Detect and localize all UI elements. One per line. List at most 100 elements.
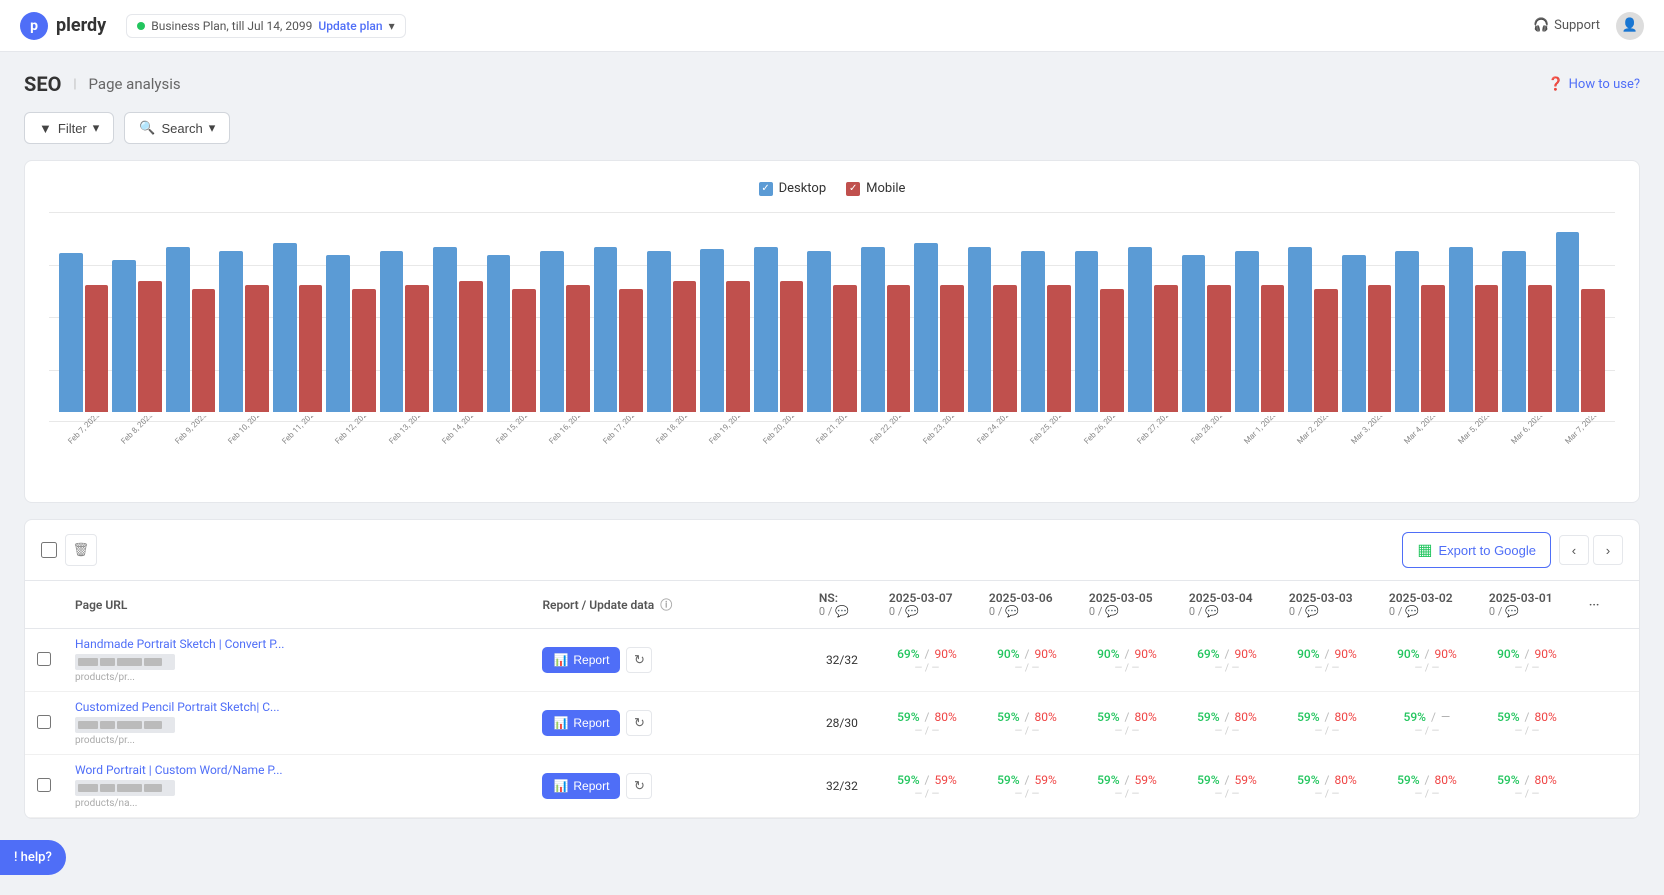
mobile-bar[interactable] [940, 285, 964, 412]
bar-group [219, 251, 268, 412]
prev-arrow-button[interactable]: ‹ [1559, 535, 1589, 565]
page-analysis-label: Page analysis [89, 75, 181, 93]
desktop-bar[interactable] [540, 251, 564, 412]
desktop-bar[interactable] [1288, 247, 1312, 412]
mobile-bar[interactable] [619, 289, 643, 412]
row-1-checkbox[interactable] [37, 715, 51, 729]
mobile-bar[interactable] [459, 281, 483, 412]
report-button[interactable]: 📊 Report [542, 773, 620, 799]
mobile-checkbox[interactable]: ✓ [846, 182, 860, 196]
desktop-bar[interactable] [1556, 232, 1580, 412]
mobile-bar[interactable] [85, 285, 109, 412]
desktop-bar[interactable] [968, 247, 992, 412]
desktop-bar[interactable] [1502, 251, 1526, 412]
desktop-bar[interactable] [1128, 247, 1152, 412]
mobile-bar[interactable] [245, 285, 269, 412]
mobile-bar[interactable] [138, 281, 162, 412]
score-s1: 69% [897, 647, 919, 661]
mobile-bar[interactable] [1421, 285, 1445, 412]
search-button[interactable]: 🔍 Search ▾ [124, 112, 230, 144]
desktop-bar[interactable] [219, 251, 243, 412]
mobile-bar[interactable] [1581, 289, 1605, 412]
select-all-checkbox[interactable] [41, 542, 57, 558]
mobile-bar[interactable] [352, 289, 376, 412]
mobile-bar[interactable] [833, 285, 857, 412]
desktop-bar[interactable] [754, 247, 778, 412]
mobile-bar[interactable] [887, 285, 911, 412]
desktop-bar[interactable] [914, 243, 938, 412]
desktop-bar[interactable] [380, 251, 404, 412]
refresh-button[interactable]: ↻ [626, 710, 652, 736]
export-label: Export to Google [1438, 543, 1536, 558]
score-s1: 59% [1404, 710, 1426, 724]
plan-text: Business Plan, till Jul 14, 2099 [151, 19, 312, 33]
mobile-bar[interactable] [1368, 285, 1392, 412]
page-url-link[interactable]: Handmade Portrait Sketch | Convert P... [75, 637, 315, 651]
desktop-bar[interactable] [1449, 247, 1473, 412]
bar-group [1235, 251, 1284, 412]
google-sheets-icon: ▦ [1417, 540, 1432, 560]
mobile-bar[interactable] [673, 281, 697, 412]
desktop-bar[interactable] [166, 247, 190, 412]
mobile-bar[interactable] [1207, 285, 1231, 412]
refresh-button[interactable]: ↻ [626, 647, 652, 673]
desktop-bar[interactable] [1075, 251, 1099, 412]
row-2-checkbox[interactable] [37, 778, 51, 792]
desktop-bar[interactable] [326, 255, 350, 412]
mobile-bar[interactable] [299, 285, 323, 412]
desktop-bar[interactable] [647, 251, 671, 412]
logo[interactable]: p plerdy [20, 12, 106, 40]
mobile-bar[interactable] [1314, 289, 1338, 412]
mobile-bar[interactable] [405, 285, 429, 412]
how-to-use-link[interactable]: ❓ How to use? [1547, 77, 1640, 92]
desktop-bar[interactable] [273, 243, 297, 412]
desktop-bar[interactable] [807, 251, 831, 412]
refresh-button[interactable]: ↻ [626, 773, 652, 799]
export-to-google-button[interactable]: ▦ Export to Google [1402, 532, 1551, 568]
desktop-checkbox[interactable]: ✓ [759, 182, 773, 196]
score-cell-5: 59% / 80%— / — [1377, 755, 1477, 818]
score-subline: — / — [1289, 789, 1365, 800]
support-button[interactable]: 🎧 Support [1533, 18, 1600, 33]
report-button[interactable]: 📊 Report [542, 710, 620, 736]
desktop-bar[interactable] [700, 249, 724, 412]
mobile-bar[interactable] [1475, 285, 1499, 412]
mobile-bar[interactable] [780, 281, 804, 412]
th-date-2: 2025-03-05 0 / 💬 [1077, 581, 1177, 629]
row-0-checkbox[interactable] [37, 652, 51, 666]
desktop-bar[interactable] [1395, 251, 1419, 412]
desktop-bar[interactable] [1235, 251, 1259, 412]
chart-section: ✓ Desktop ✓ Mobile Feb 7, 2025Feb 8, 202… [24, 160, 1640, 503]
report-button[interactable]: 📊 Report [542, 647, 620, 673]
desktop-bar[interactable] [487, 255, 511, 412]
th-report-label: Report / Update data [542, 598, 654, 612]
next-arrow-button[interactable]: › [1593, 535, 1623, 565]
desktop-bar[interactable] [1021, 251, 1045, 412]
plan-badge[interactable]: Business Plan, till Jul 14, 2099 Update … [126, 14, 405, 38]
mobile-bar[interactable] [993, 285, 1017, 412]
update-plan-link[interactable]: Update plan [318, 19, 382, 33]
mobile-bar[interactable] [1047, 285, 1071, 412]
desktop-bar[interactable] [1182, 255, 1206, 412]
page-url-link[interactable]: Customized Pencil Portrait Sketch| C... [75, 700, 315, 714]
desktop-bar[interactable] [112, 260, 136, 412]
mobile-bar[interactable] [1154, 285, 1178, 412]
mobile-bar[interactable] [1100, 289, 1124, 412]
mobile-bar[interactable] [192, 289, 216, 412]
mobile-bar[interactable] [1528, 285, 1552, 412]
mobile-bar[interactable] [1261, 285, 1285, 412]
delete-button[interactable]: 🗑 [65, 534, 97, 566]
desktop-bar[interactable] [433, 247, 457, 412]
mobile-bar[interactable] [512, 289, 536, 412]
table-scroll-container[interactable]: Page URL Report / Update data ⓘ NS: 0 / … [25, 581, 1639, 818]
desktop-bar[interactable] [594, 247, 618, 412]
user-avatar[interactable]: 👤 [1616, 12, 1644, 40]
help-button[interactable]: ! help? [0, 840, 66, 875]
mobile-bar[interactable] [726, 281, 750, 412]
desktop-bar[interactable] [861, 247, 885, 412]
mobile-bar[interactable] [566, 285, 590, 412]
page-url-link[interactable]: Word Portrait | Custom Word/Name P... [75, 763, 315, 777]
filter-button[interactable]: ▼ Filter ▾ [24, 112, 114, 144]
desktop-bar[interactable] [1342, 255, 1366, 412]
desktop-bar[interactable] [59, 253, 83, 412]
